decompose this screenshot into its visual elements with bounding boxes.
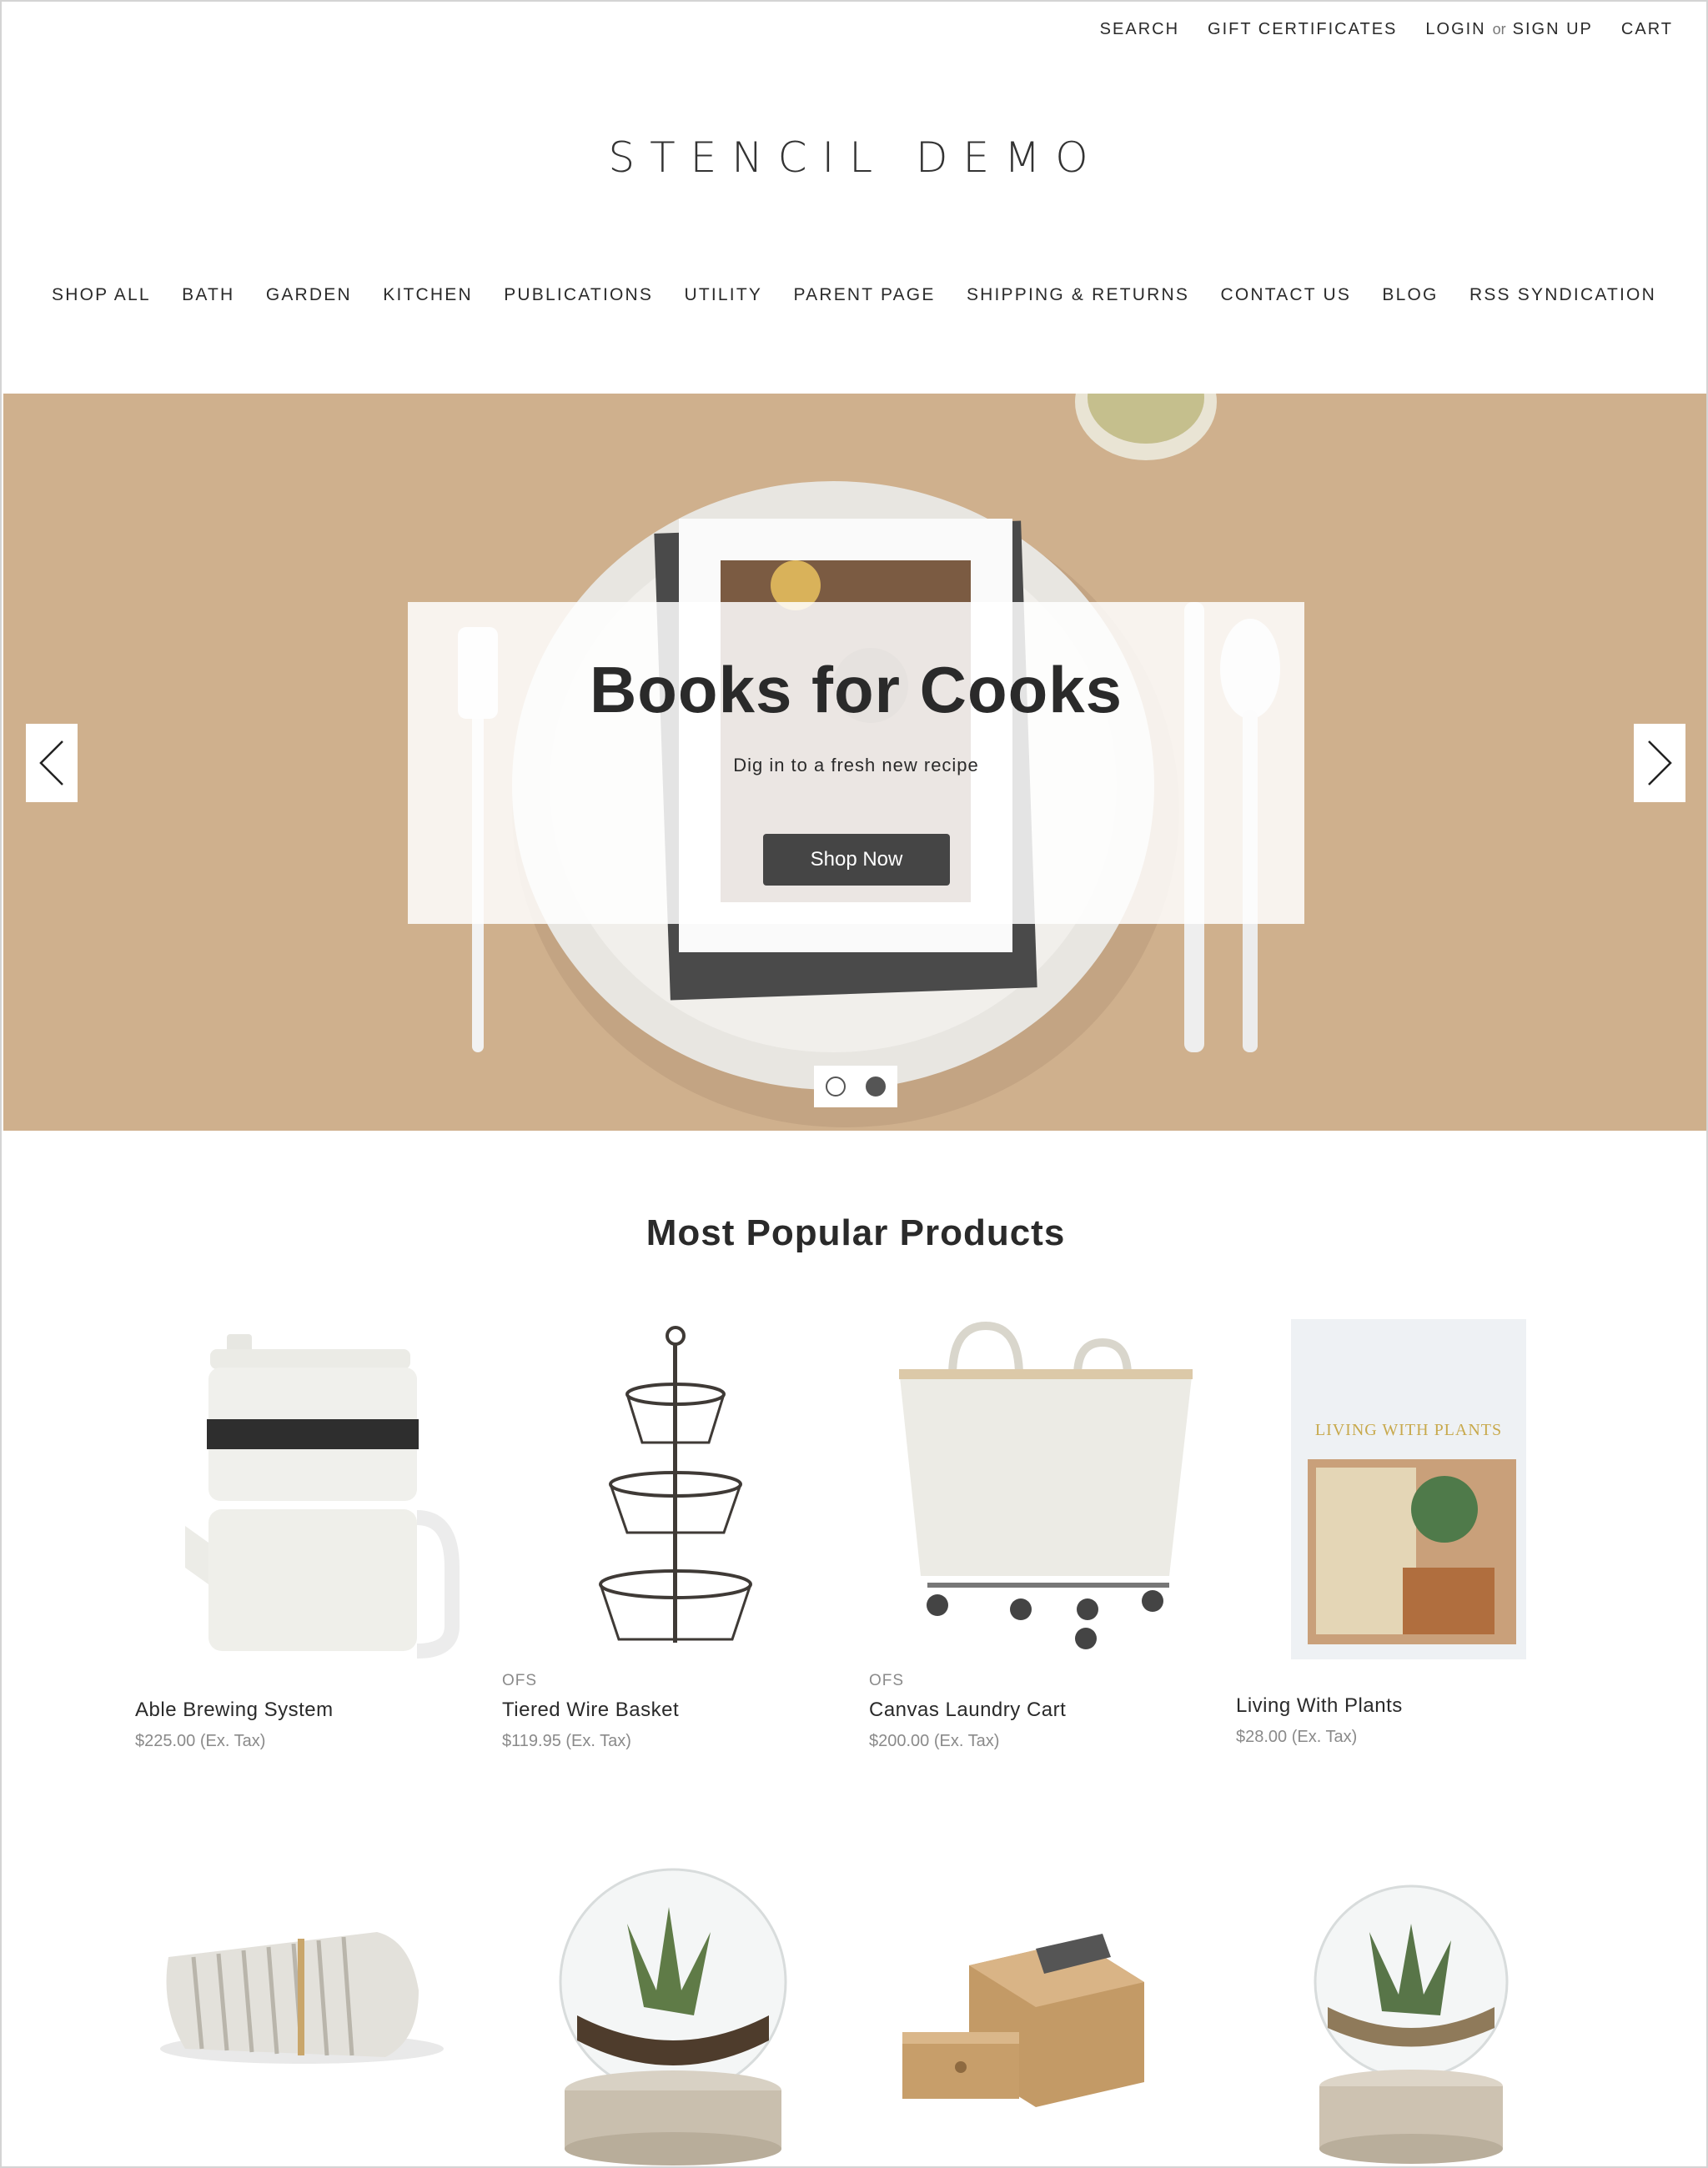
carousel-dot-2[interactable] bbox=[866, 1076, 886, 1097]
product-image-wooden-box[interactable] bbox=[869, 1840, 1194, 2165]
product-image-terrarium-small[interactable] bbox=[1236, 1840, 1561, 2165]
product-image-terrarium-large[interactable] bbox=[502, 1840, 827, 2165]
carousel-prev-button[interactable] bbox=[26, 724, 78, 802]
chevron-left-icon bbox=[39, 740, 63, 785]
cart-link[interactable]: CART bbox=[1621, 20, 1673, 39]
nav-item-shipping-returns[interactable]: SHIPPING & RETURNS bbox=[967, 285, 1189, 305]
product-image-laundry-cart[interactable] bbox=[869, 1317, 1194, 1668]
nav-item-shop-all[interactable]: SHOP ALL bbox=[52, 285, 151, 305]
product-brand: OFS bbox=[869, 1672, 905, 1689]
nav-item-kitchen[interactable]: KITCHEN bbox=[383, 285, 473, 305]
page-frame: SEARCH GIFT CERTIFICATES LOGIN or SIGN U… bbox=[0, 0, 1708, 2168]
utility-nav: SEARCH GIFT CERTIFICATES LOGIN or SIGN U… bbox=[1100, 20, 1673, 39]
account-links: LOGIN or SIGN UP bbox=[1425, 20, 1593, 39]
product-name[interactable]: Tiered Wire Basket bbox=[502, 1699, 827, 1722]
product-image-wire-basket[interactable] bbox=[502, 1317, 827, 1668]
shop-now-button[interactable]: Shop Now bbox=[763, 834, 950, 886]
nav-item-bath[interactable]: BATH bbox=[182, 285, 234, 305]
product-name[interactable]: Canvas Laundry Cart bbox=[869, 1699, 1194, 1722]
product-brand bbox=[1236, 1668, 1561, 1688]
product-card[interactable]: OFS Canvas Laundry Cart $200.00 (Ex. Tax… bbox=[869, 1317, 1194, 1751]
product-price: $28.00 (Ex. Tax) bbox=[1236, 1728, 1358, 1746]
product-card[interactable]: OFS Tiered Wire Basket $119.95 (Ex. Tax) bbox=[502, 1317, 827, 1751]
nav-item-garden[interactable]: GARDEN bbox=[266, 285, 352, 305]
chevron-right-icon bbox=[1648, 740, 1672, 785]
nav-item-utility[interactable]: UTILITY bbox=[685, 285, 763, 305]
gift-certificates-link[interactable]: GIFT CERTIFICATES bbox=[1208, 20, 1397, 39]
product-brand bbox=[135, 1672, 460, 1692]
login-link[interactable]: LOGIN bbox=[1425, 20, 1485, 39]
nav-item-contact-us[interactable]: CONTACT US bbox=[1220, 285, 1351, 305]
hero-carousel: Books for Cooks Dig in to a fresh new re… bbox=[3, 394, 1706, 1131]
search-link[interactable]: SEARCH bbox=[1100, 20, 1179, 39]
carousel-dots bbox=[814, 1066, 897, 1107]
nav-item-parent-page[interactable]: PARENT PAGE bbox=[793, 285, 935, 305]
product-image-book-cover[interactable]: LIVING WITH PLANTS bbox=[1236, 1317, 1561, 1668]
signup-link[interactable]: SIGN UP bbox=[1513, 20, 1593, 39]
product-image-rolled-towel[interactable] bbox=[135, 1840, 460, 2165]
product-card[interactable]: Able Brewing System $225.00 (Ex. Tax) bbox=[135, 1317, 460, 1751]
nav-item-rss-syndication[interactable]: RSS SYNDICATION bbox=[1469, 285, 1656, 305]
product-name[interactable]: Living With Plants bbox=[1236, 1694, 1561, 1718]
product-card[interactable]: LIVING WITH PLANTS Living With Plants $2… bbox=[1236, 1317, 1561, 1747]
product-image-teapot[interactable] bbox=[135, 1317, 460, 1668]
product-price: $119.95 (Ex. Tax) bbox=[502, 1732, 631, 1750]
hero-subtitle: Dig in to a fresh new recipe bbox=[733, 755, 979, 775]
store-logo[interactable]: STENCIL DEMO bbox=[2, 133, 1706, 182]
product-price: $200.00 (Ex. Tax) bbox=[869, 1732, 1000, 1750]
main-nav: SHOP ALL BATH GARDEN KITCHEN PUBLICATION… bbox=[52, 285, 1656, 305]
nav-item-publications[interactable]: PUBLICATIONS bbox=[504, 285, 653, 305]
product-name[interactable]: Able Brewing System bbox=[135, 1699, 460, 1722]
carousel-dot-1[interactable] bbox=[826, 1076, 846, 1097]
hero-title: Books for Cooks bbox=[589, 653, 1123, 726]
book-cover-title: LIVING WITH PLANTS bbox=[1314, 1421, 1503, 1439]
or-text: or bbox=[1492, 21, 1506, 38]
section-title: Most Popular Products bbox=[646, 1212, 1066, 1253]
nav-item-blog[interactable]: BLOG bbox=[1382, 285, 1438, 305]
hero-caption: Books for Cooks Dig in to a fresh new re… bbox=[408, 602, 1304, 924]
carousel-next-button[interactable] bbox=[1634, 724, 1685, 802]
product-brand: OFS bbox=[502, 1672, 538, 1689]
product-price: $225.00 (Ex. Tax) bbox=[135, 1732, 266, 1750]
